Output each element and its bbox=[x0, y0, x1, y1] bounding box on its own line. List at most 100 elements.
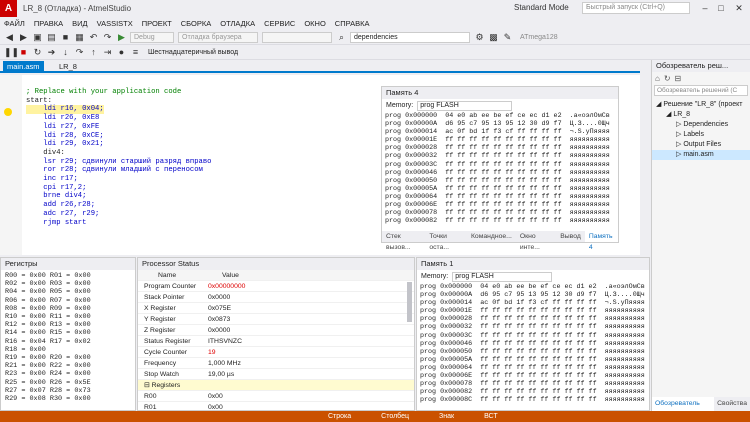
memory1-label: Memory: bbox=[421, 273, 449, 280]
code-line: div4: bbox=[26, 148, 65, 157]
processor-row[interactable]: X Register 0x075E bbox=[138, 303, 414, 314]
quick-launch-input[interactable]: Быстрый запуск (Ctrl+Q) bbox=[582, 2, 690, 14]
tool-icon[interactable]: ✎ bbox=[502, 32, 513, 43]
run-to-cursor-icon[interactable]: ⇥ bbox=[102, 47, 113, 58]
solution-explorer: Обозреватель реш... ⌂ ↻ ⊟ Обозреватель реш… bbox=[651, 60, 750, 421]
register-row: R21 = 0x00 R22 = 0x00 bbox=[5, 362, 91, 371]
processor-row[interactable]: Stop Watch 19,00 µs bbox=[138, 369, 414, 380]
step-out-icon[interactable]: ↑ bbox=[88, 47, 99, 58]
processor-rows: Program Counter 0x00000000 Stack Pointer 0x… bbox=[138, 281, 414, 413]
hex-output-label[interactable]: Шестнадцатеричный вывод bbox=[148, 49, 238, 56]
processor-row[interactable]: Z Register 0x0000 bbox=[138, 325, 414, 336]
back-icon[interactable]: ◀ bbox=[4, 32, 15, 43]
debug-browser-combo[interactable]: Отладка браузера bbox=[178, 31, 258, 43]
disassembly-icon[interactable]: ≡ bbox=[130, 47, 141, 58]
redo-icon[interactable]: ↷ bbox=[102, 32, 113, 43]
processor-row[interactable]: Program Counter 0x00000000 bbox=[138, 281, 414, 292]
menu-item[interactable]: ОТЛАДКА bbox=[220, 19, 255, 28]
find-icon[interactable]: ⌕ bbox=[336, 32, 347, 43]
memory1-select[interactable]: prog FLASH bbox=[452, 271, 553, 282]
memory-row: prog 0x000014 ac 0f bd 1f f3 cf ff ff ff… bbox=[385, 128, 610, 137]
processor-value: 1,000 MHz bbox=[208, 360, 241, 367]
processor-row[interactable]: Y Register 0x0873 bbox=[138, 314, 414, 325]
solution-tab[interactable]: Обозреватель решений bbox=[652, 397, 715, 421]
platform-combo[interactable] bbox=[262, 31, 332, 43]
memory-row: prog 0x000000 04 e0 ab ee be ef ce ec d1… bbox=[385, 112, 610, 120]
step-into-icon[interactable]: ↓ bbox=[60, 47, 71, 58]
undo-icon[interactable]: ↶ bbox=[88, 32, 99, 43]
continue-icon[interactable]: ▶ bbox=[116, 32, 127, 43]
memory4-select[interactable]: prog FLASH bbox=[417, 100, 513, 111]
memory4-tab[interactable]: Командное... bbox=[467, 231, 516, 242]
device-label[interactable]: ATmega128 bbox=[520, 34, 558, 41]
solution-tree: ◢ Решение "LR_8" (проект ◢ LR_8 ▷ Dependen… bbox=[652, 97, 750, 160]
menu-item[interactable]: VASSISTX bbox=[97, 19, 133, 28]
solution-search[interactable]: Обозреватель решений (C bbox=[654, 85, 748, 96]
processor-scrollbar[interactable] bbox=[407, 282, 412, 322]
open-icon[interactable]: ▤ bbox=[46, 32, 57, 43]
menu-item[interactable]: ВИД bbox=[72, 19, 87, 28]
menu-item[interactable]: СЕРВИС bbox=[264, 19, 295, 28]
menu-item[interactable]: ПРАВКА bbox=[34, 19, 63, 28]
new-file-icon[interactable]: ▣ bbox=[32, 32, 43, 43]
stop-icon[interactable]: ■ bbox=[18, 47, 29, 58]
menu-item[interactable]: СПРАВКА bbox=[335, 19, 370, 28]
close-icon[interactable]: ✕ bbox=[732, 2, 746, 14]
memory1-rows: prog 0x000000 04 e0 ab ee be ef ce ec d1… bbox=[417, 283, 649, 404]
config-combo[interactable]: Debug bbox=[130, 31, 174, 43]
memory4-tab[interactable]: Память 4 bbox=[584, 231, 618, 251]
maximize-icon[interactable]: □ bbox=[714, 2, 728, 14]
settings-icon[interactable]: ⚙ bbox=[474, 32, 485, 43]
menu-item[interactable]: СБОРКА bbox=[181, 19, 211, 28]
current-line-arrow-icon bbox=[4, 108, 12, 116]
solution-tabs: Обозреватель решенийСвойства bbox=[652, 397, 750, 421]
memory4-tab[interactable]: Окно инте... bbox=[516, 231, 556, 251]
processor-row[interactable]: Cycle Counter 19 bbox=[138, 347, 414, 358]
memory-row: prog 0x000000 04 e0 ab ee be ef ce ec d1… bbox=[420, 283, 645, 291]
processor-row[interactable]: Frequency 1,000 MHz bbox=[138, 358, 414, 369]
memory4-tab[interactable]: Точки оста... bbox=[425, 231, 467, 251]
processor-row[interactable]: R00 0x00 bbox=[138, 391, 414, 402]
solution-item[interactable]: ▷ Output Files bbox=[652, 140, 750, 150]
memory4-tab[interactable]: Стек вызов... bbox=[382, 231, 425, 251]
memory-row: prog 0x000064 ff ff ff ff ff ff ff ff ff… bbox=[420, 363, 645, 372]
menu-item[interactable]: ПРОЕКТ bbox=[142, 19, 172, 28]
status-item: Строка bbox=[328, 413, 352, 420]
memory-row: prog 0x00001E ff ff ff ff ff ff ff ff ff… bbox=[420, 307, 645, 316]
minimize-icon[interactable]: – bbox=[698, 2, 712, 14]
processor-value: 0x075E bbox=[208, 305, 232, 312]
tab-main-asm[interactable]: main.asm bbox=[3, 61, 44, 73]
processor-row[interactable]: Stack Pointer 0x0000 bbox=[138, 292, 414, 303]
step-over-icon[interactable]: ↷ bbox=[74, 47, 85, 58]
processor-value: 0x00 bbox=[208, 393, 223, 400]
chip-icon[interactable]: ▩ bbox=[488, 32, 499, 43]
home-icon[interactable]: ⌂ bbox=[655, 74, 660, 83]
restart-icon[interactable]: ↻ bbox=[32, 47, 43, 58]
solution-item[interactable]: ▷ Labels bbox=[652, 130, 750, 140]
solution-item[interactable]: ▷ Dependencies bbox=[652, 120, 750, 130]
memory-row: prog 0x000014 ac 0f bd 1f f3 cf ff ff ff… bbox=[420, 299, 645, 308]
solution-item[interactable]: ◢ Решение "LR_8" (проект bbox=[652, 100, 750, 110]
solution-item[interactable]: ◢ LR_8 bbox=[652, 110, 750, 120]
menu-item[interactable]: ОКНО bbox=[304, 19, 325, 28]
save-icon[interactable]: ■ bbox=[60, 32, 71, 43]
solution-label: main.asm bbox=[683, 151, 714, 158]
collapse-icon[interactable]: ⊟ bbox=[675, 74, 682, 83]
pause-icon[interactable]: ❚❚ bbox=[4, 47, 19, 58]
refresh-icon[interactable]: ↻ bbox=[664, 74, 671, 83]
breakpoint-icon[interactable]: ● bbox=[116, 47, 127, 58]
memory4-tab[interactable]: Вывод bbox=[556, 231, 585, 242]
title-bar: A LR_8 (Отладка) - AtmelStudio Standard … bbox=[0, 0, 750, 17]
solution-item[interactable]: ▷ main.asm bbox=[652, 150, 750, 160]
show-next-icon[interactable]: ➔ bbox=[46, 47, 57, 58]
processor-row[interactable]: ⊟ Registers bbox=[138, 380, 414, 391]
memory4-tabs: Стек вызов... Точки оста... Командное... Ок… bbox=[382, 231, 618, 251]
forward-icon[interactable]: ▶ bbox=[18, 32, 29, 43]
solution-tab[interactable]: Свойства bbox=[714, 397, 750, 411]
tab-lr8[interactable]: LR_8 bbox=[55, 61, 81, 73]
menu-item[interactable]: ФАЙЛ bbox=[4, 19, 25, 28]
save-all-icon[interactable]: ▦ bbox=[74, 32, 85, 43]
processor-row[interactable]: Status Register ITHSVNZC bbox=[138, 336, 414, 347]
dependencies-combo[interactable]: dependencies bbox=[350, 31, 470, 43]
editor-gutter[interactable] bbox=[0, 75, 22, 255]
